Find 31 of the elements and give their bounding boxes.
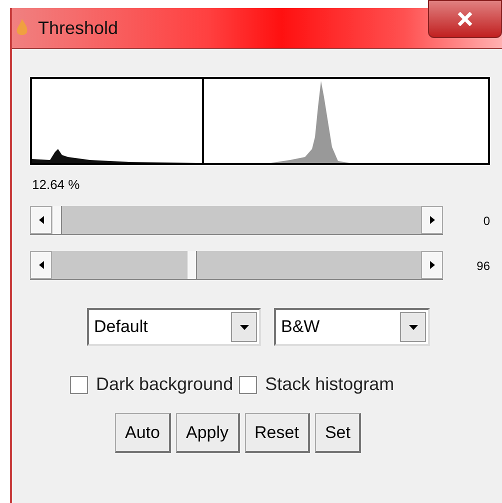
window-title: Threshold <box>38 18 118 38</box>
flame-icon <box>16 19 28 37</box>
dialog-button[interactable]: Auto <box>115 413 171 453</box>
right-arrow-icon <box>430 261 434 269</box>
dialog-button[interactable]: Reset <box>244 413 310 453</box>
left-arrow-button[interactable] <box>30 251 52 279</box>
close-button[interactable] <box>428 0 502 38</box>
dropdown-button[interactable] <box>231 312 257 342</box>
close-icon <box>457 12 473 26</box>
slider-thumb[interactable] <box>52 206 62 234</box>
dropdown[interactable]: B&W <box>274 308 430 346</box>
left-arrow-icon <box>38 216 44 224</box>
right-arrow-icon <box>430 216 434 224</box>
left-arrow-button[interactable] <box>30 206 52 234</box>
dialog-button[interactable]: Apply <box>176 413 240 453</box>
dropdown[interactable]: Default <box>87 308 261 346</box>
right-arrow-button[interactable] <box>421 251 443 279</box>
dialog-button[interactable]: Set <box>314 413 362 453</box>
left-arrow-icon <box>38 261 44 269</box>
caret-icon <box>408 324 418 330</box>
checkbox[interactable] <box>239 376 258 394</box>
checkbox-label: Dark background <box>96 374 234 395</box>
caret-icon <box>240 324 248 330</box>
percentage-label: 12.64 % <box>32 177 81 192</box>
right-arrow-button[interactable] <box>421 206 443 234</box>
slider-value: 96 <box>476 258 490 272</box>
slider-value: 0 <box>482 214 490 228</box>
checkbox[interactable] <box>70 376 88 394</box>
slider-thumb[interactable] <box>186 251 197 279</box>
dropdown-button[interactable] <box>400 312 426 342</box>
checkbox-label: Stack histogram <box>265 374 394 395</box>
